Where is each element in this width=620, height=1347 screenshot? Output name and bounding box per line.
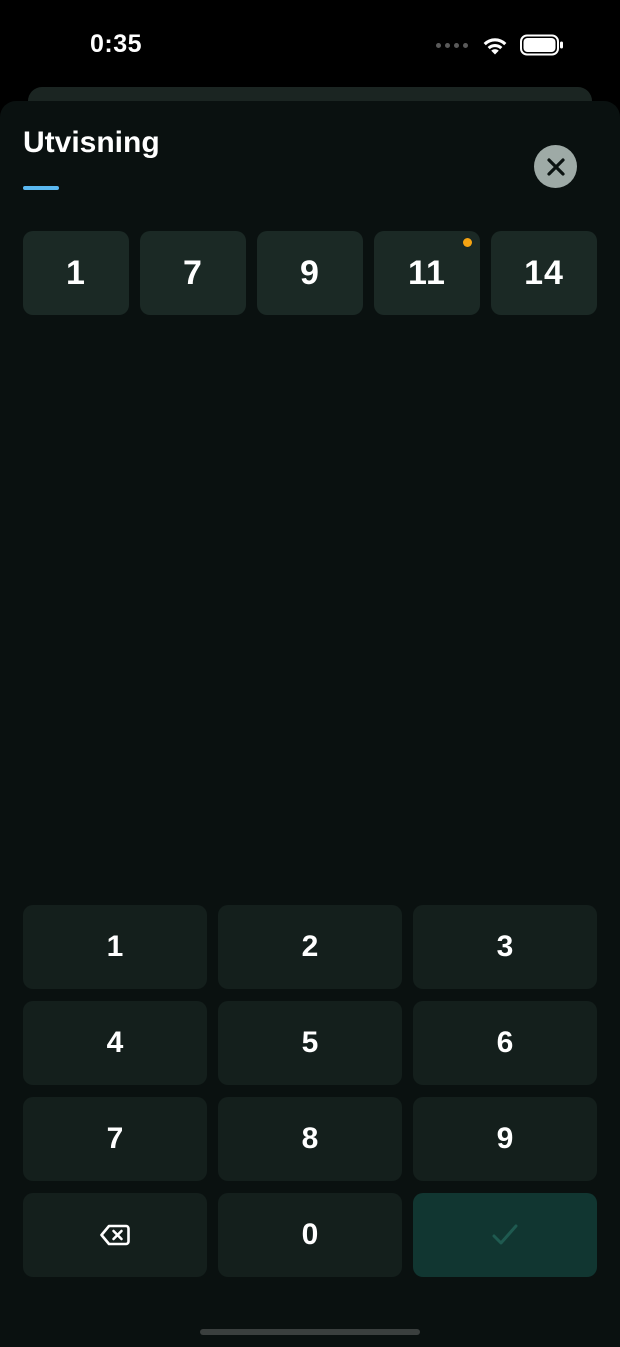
key-7[interactable]: 7 bbox=[23, 1097, 207, 1181]
key-2[interactable]: 2 bbox=[218, 905, 402, 989]
key-9[interactable]: 9 bbox=[413, 1097, 597, 1181]
signal-dots-icon bbox=[436, 42, 468, 48]
key-3[interactable]: 3 bbox=[413, 905, 597, 989]
key-label: 5 bbox=[301, 1026, 319, 1059]
key-label: 6 bbox=[496, 1026, 514, 1059]
chip-label: 11 bbox=[408, 253, 446, 292]
key-5[interactable]: 5 bbox=[218, 1001, 402, 1085]
player-chip[interactable]: 9 bbox=[257, 231, 363, 315]
close-icon bbox=[546, 157, 565, 176]
backspace-icon bbox=[100, 1224, 130, 1246]
chip-indicator-dot bbox=[463, 238, 472, 247]
key-label: 7 bbox=[106, 1122, 124, 1155]
key-label: 8 bbox=[301, 1122, 319, 1155]
title-underline bbox=[23, 186, 59, 190]
chip-label: 9 bbox=[300, 253, 320, 292]
key-4[interactable]: 4 bbox=[23, 1001, 207, 1085]
status-icons bbox=[436, 34, 564, 56]
player-chip[interactable]: 1 bbox=[23, 231, 129, 315]
key-label: 2 bbox=[301, 930, 319, 963]
player-chip[interactable]: 11 bbox=[374, 231, 480, 315]
numeric-keypad: 1 2 3 4 5 6 7 8 9 0 bbox=[23, 905, 597, 1277]
player-chip[interactable]: 7 bbox=[140, 231, 246, 315]
backspace-button[interactable] bbox=[23, 1193, 207, 1277]
battery-icon bbox=[520, 34, 563, 56]
key-label: 9 bbox=[496, 1122, 514, 1155]
close-button[interactable] bbox=[534, 145, 577, 188]
key-0[interactable]: 0 bbox=[218, 1193, 402, 1277]
home-indicator bbox=[200, 1329, 420, 1335]
status-bar: 0:35 bbox=[0, 0, 620, 90]
wifi-icon bbox=[483, 38, 507, 55]
checkmark-icon bbox=[492, 1224, 518, 1245]
player-chip[interactable]: 14 bbox=[491, 231, 597, 315]
sheet-title: Utvisning bbox=[23, 126, 160, 159]
key-6[interactable]: 6 bbox=[413, 1001, 597, 1085]
chip-label: 7 bbox=[183, 253, 203, 292]
status-time: 0:35 bbox=[90, 30, 143, 58]
chip-label: 14 bbox=[524, 253, 564, 292]
key-label: 3 bbox=[496, 930, 514, 963]
player-chips: 1 7 9 11 14 bbox=[23, 231, 597, 315]
key-label: 4 bbox=[106, 1026, 124, 1059]
chip-label: 1 bbox=[66, 253, 86, 292]
key-8[interactable]: 8 bbox=[218, 1097, 402, 1181]
key-1[interactable]: 1 bbox=[23, 905, 207, 989]
key-label: 1 bbox=[106, 930, 124, 963]
key-label: 0 bbox=[301, 1218, 319, 1251]
confirm-button[interactable] bbox=[413, 1193, 597, 1277]
